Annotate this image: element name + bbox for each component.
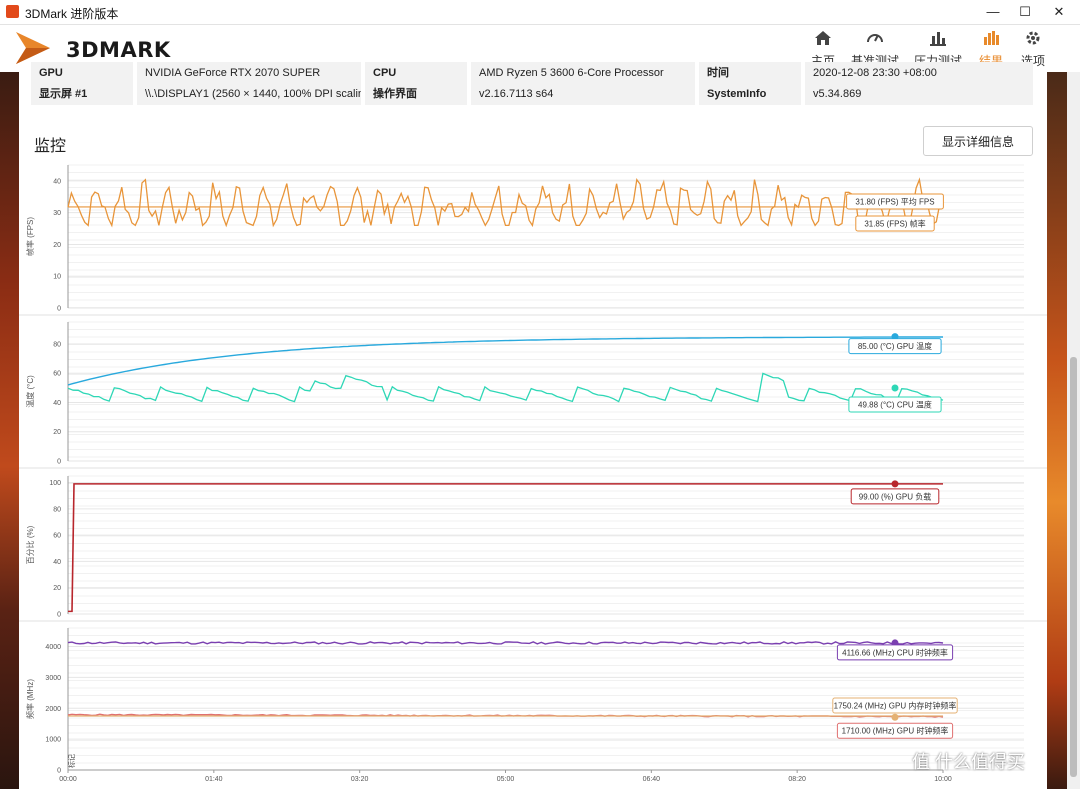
x-tick-label: 05:00: [497, 776, 515, 783]
x-tick-label: 06:40: [643, 776, 661, 783]
app-icon: [6, 5, 19, 18]
cpu-temp-marker: [891, 384, 899, 392]
results-icon: [984, 31, 999, 45]
monitoring-charts: 0 10 20 30 40 帧率 (FPS) 31.80 (FPS) 平均 FPS 31.85…: [19, 164, 1047, 783]
y-tick-label: 60: [53, 533, 61, 540]
x-tick-label: 00:00: [59, 776, 77, 783]
left-background-art: [0, 72, 19, 789]
right-background-art: [1047, 72, 1067, 789]
y-tick-label: 0: [57, 768, 61, 775]
y-axis-label: 帧率 (FPS): [25, 217, 35, 256]
y-tick-label: 20: [53, 429, 61, 436]
y-tick-label: 2000: [45, 706, 61, 713]
y-tick-label: 10: [53, 274, 61, 281]
gpu-temp-label: 85.00 (°C) GPU 温度: [858, 341, 932, 351]
cpu-clock-label: 4116.66 (MHz) CPU 时钟频率: [842, 647, 948, 657]
y-axis-label: 频率 (MHz): [25, 679, 35, 719]
vertical-scrollbar[interactable]: [1067, 72, 1080, 789]
y-tick-label: 40: [53, 559, 61, 566]
y-tick-label: 4000: [45, 644, 61, 651]
scrollbar-thumb[interactable]: [1070, 357, 1077, 777]
home-icon: [815, 31, 831, 45]
y-tick-label: 80: [53, 341, 61, 348]
avg-fps-label: 31.80 (FPS) 平均 FPS: [855, 196, 934, 206]
y-tick-label: 100: [49, 480, 61, 487]
maximize-button[interactable]: ☐: [1010, 2, 1040, 22]
gpu-load-label: 99.00 (%) GPU 负载: [859, 491, 931, 501]
gauge-icon: [867, 34, 883, 43]
y-tick-label: 0: [57, 459, 61, 466]
y-axis-label: 百分比 (%): [25, 525, 35, 564]
y-tick-label: 40: [53, 178, 61, 185]
gear-icon: [1026, 31, 1040, 45]
y-tick-label: 60: [53, 371, 61, 378]
y-tick-label: 20: [53, 242, 61, 249]
y-tick-label: 80: [53, 506, 61, 513]
bars-icon: [930, 32, 946, 46]
gpu-load-series-line: [68, 483, 943, 613]
gpu-clock-marker: [891, 713, 899, 721]
results-content: GPU NVIDIA GeForce RTX 2070 SUPER CPU AM…: [19, 62, 1047, 789]
y-tick-label: 3000: [45, 675, 61, 682]
close-button[interactable]: ✕: [1044, 2, 1074, 22]
minimize-button[interactable]: —: [978, 2, 1008, 22]
x-tick-label: 03:20: [351, 776, 369, 783]
fps-label: 31.85 (FPS) 帧率: [864, 218, 925, 228]
x-tick-label: 01:40: [205, 776, 223, 783]
gpu-load-marker: [891, 480, 899, 488]
y-tick-label: 30: [53, 210, 61, 217]
gpu-mem-clock-label: 1750.24 (MHz) GPU 内存时钟频率: [834, 700, 957, 710]
y-tick-label: 1000: [45, 737, 61, 744]
x-tick-label: 10:00: [934, 776, 952, 783]
title-bar: 3DMark 进阶版本 — ☐ ✕: [0, 0, 1080, 25]
watermark: 值 什么值得买: [912, 752, 1026, 772]
gpu-clock-label: 1710.00 (MHz) GPU 时钟频率: [842, 726, 949, 736]
marker-label: 标记: [67, 754, 76, 768]
cpu-temp-label: 49.88 (°C) CPU 温度: [858, 400, 932, 410]
y-tick-label: 0: [57, 612, 61, 619]
y-tick-label: 20: [53, 585, 61, 592]
y-axis-label: 温度 (°C): [25, 375, 35, 408]
y-tick-label: 0: [57, 306, 61, 313]
window-title: 3DMark 进阶版本: [25, 7, 119, 21]
y-tick-label: 40: [53, 400, 61, 407]
x-tick-label: 08:20: [788, 776, 806, 783]
brand-name: 3DMARK: [66, 38, 171, 62]
